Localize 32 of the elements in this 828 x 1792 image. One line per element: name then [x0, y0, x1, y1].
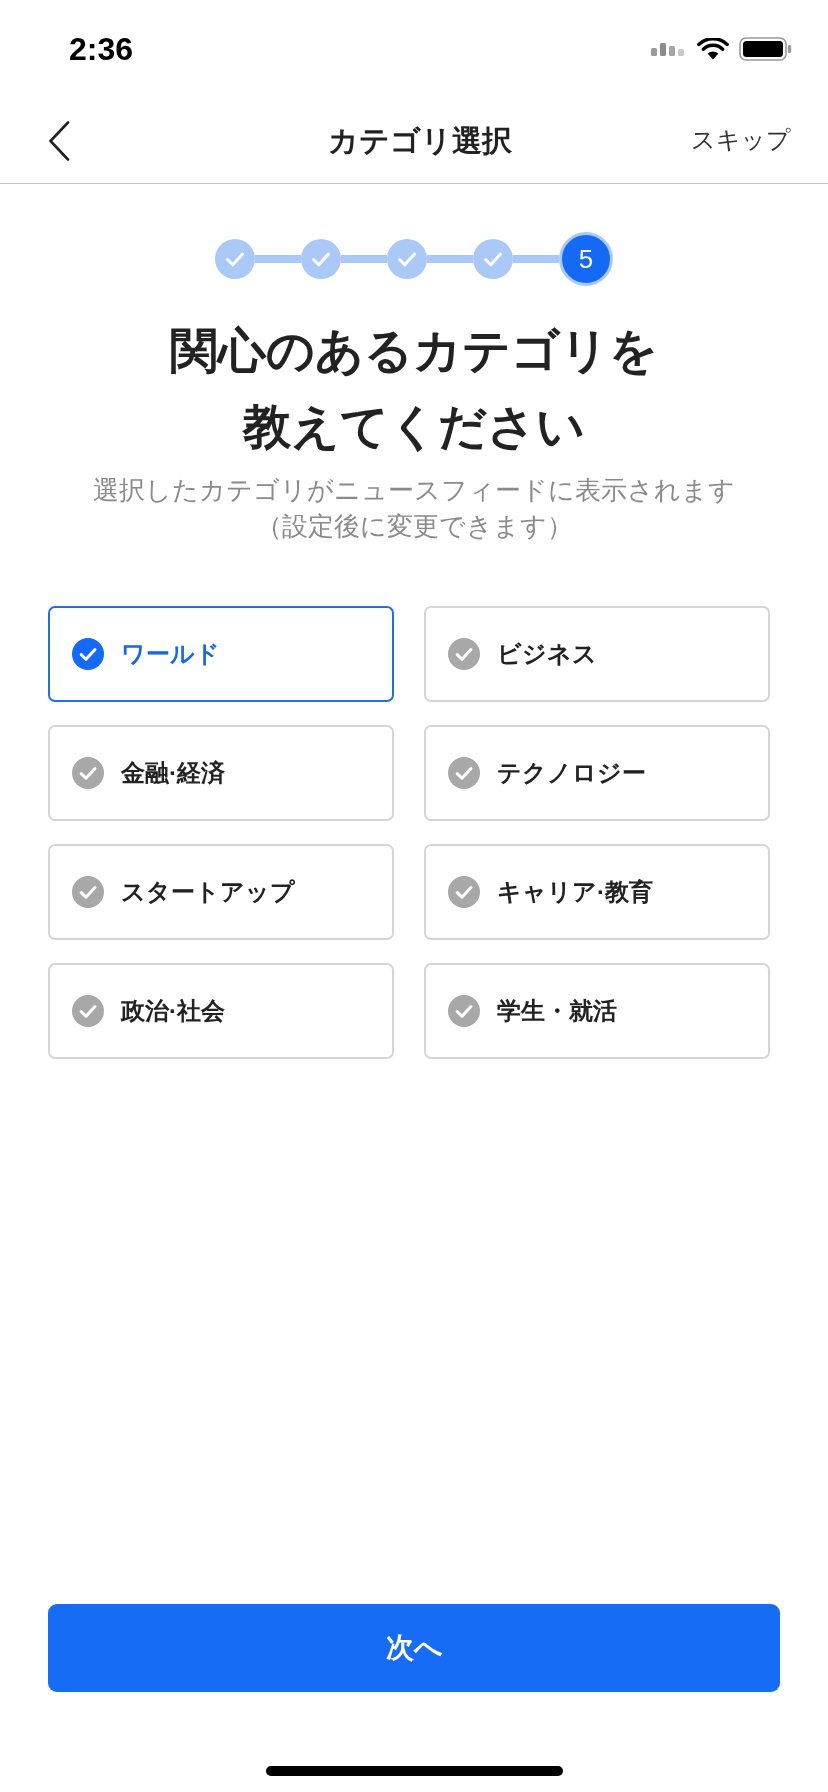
- back-icon[interactable]: [48, 120, 70, 161]
- signal-icon: [651, 42, 687, 56]
- category-option[interactable]: 政治·社会: [48, 963, 394, 1059]
- check-circle-icon: [448, 757, 480, 789]
- category-option[interactable]: ワールド: [48, 606, 394, 702]
- note-text: （設定後に変更できます）: [255, 511, 573, 542]
- category-option[interactable]: 金融·経済: [48, 725, 394, 821]
- check-circle-icon: [448, 876, 480, 908]
- page-heading: 関心のあるカテゴリを教えてください: [169, 323, 659, 455]
- current-step: 5: [559, 232, 613, 286]
- step-connector: [341, 255, 387, 263]
- check-circle-icon: [72, 757, 104, 789]
- step-connector: [255, 255, 301, 263]
- check-circle-icon: [72, 995, 104, 1027]
- check-circle-icon: [72, 876, 104, 908]
- screen-title: カテゴリ選択: [327, 122, 512, 159]
- check-circle-icon: [72, 638, 104, 670]
- category-option[interactable]: 学生・就活: [424, 963, 770, 1059]
- category-option[interactable]: キャリア·教育: [424, 844, 770, 940]
- check-circle-icon: [448, 638, 480, 670]
- battery-icon: [739, 37, 792, 61]
- next-button[interactable]: 次へ: [48, 1604, 780, 1692]
- step-connector: [513, 255, 559, 263]
- category-option[interactable]: スタートアップ: [48, 844, 394, 940]
- skip-button[interactable]: スキップ: [691, 126, 791, 155]
- subtitle-text: 選択したカテゴリがニュースフィードに表示されます: [93, 475, 735, 506]
- check-circle-icon: [448, 995, 480, 1027]
- status-time: 2:36: [69, 33, 134, 65]
- category-option[interactable]: テクノロジー: [424, 725, 770, 821]
- wifi-icon: [697, 38, 729, 60]
- step-connector: [427, 255, 473, 263]
- category-option[interactable]: ビジネス: [424, 606, 770, 702]
